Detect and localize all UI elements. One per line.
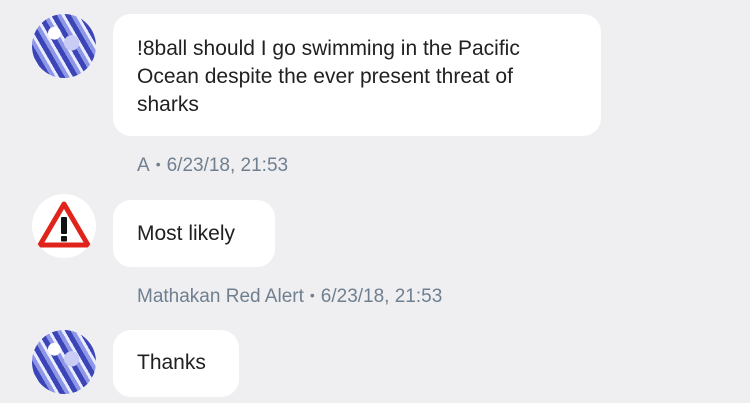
sender-name[interactable]: A — [137, 155, 150, 176]
message-text: Thanks — [137, 351, 206, 374]
message-bubble[interactable]: !8ball should I go swimming in the Pacif… — [113, 14, 601, 136]
bot-avatar[interactable] — [32, 194, 96, 258]
user-avatar-icon[interactable] — [32, 330, 96, 394]
sender-name[interactable]: Mathakan Red Alert — [137, 286, 304, 307]
message-bubble[interactable]: Most likely — [113, 200, 275, 267]
meta-separator: • — [309, 287, 315, 303]
message-text: Most likely — [137, 222, 236, 245]
message-thread: !8ball should I go swimming in the Pacif… — [0, 0, 750, 403]
message-meta: A • 6/23/18, 21:53 — [137, 154, 288, 178]
warning-triangle-icon — [37, 201, 91, 248]
message-text: !8ball should I go swimming in the Pacif… — [137, 37, 520, 116]
message-timestamp: 6/23/18, 21:53 — [166, 155, 289, 176]
message-timestamp: 6/23/18, 21:53 — [320, 286, 443, 307]
user-avatar-icon[interactable] — [32, 14, 96, 78]
message-meta: Mathakan Red Alert • 6/23/18, 21:53 — [137, 285, 442, 309]
meta-separator: • — [155, 156, 161, 172]
message-bubble[interactable]: Thanks — [113, 330, 239, 397]
